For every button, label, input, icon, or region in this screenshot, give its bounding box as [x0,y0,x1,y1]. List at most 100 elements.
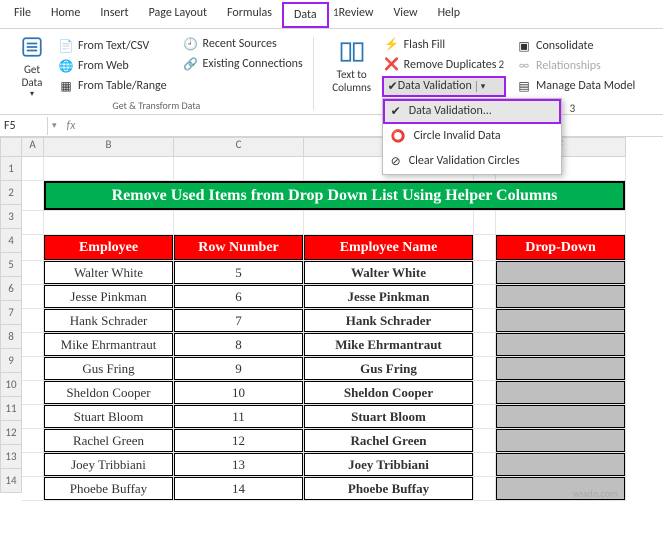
menu-clear-circles[interactable]: ⊘ Clear Validation Circles [383,149,561,174]
fx-icon[interactable]: fx [61,119,82,133]
row-header[interactable]: 6 [0,277,22,301]
cell-dropdown[interactable] [496,429,626,453]
cell[interactable] [22,309,44,333]
recent-sources[interactable]: 🕘Recent Sources [181,35,305,53]
get-data-button[interactable]: Get Data ▾ [8,35,56,97]
row-header[interactable]: 3 [0,205,22,229]
from-table-range[interactable]: ▦From Table/Range [56,77,169,95]
cell-employeename[interactable]: Gus Fring [304,357,474,381]
cell[interactable] [304,211,474,235]
cell[interactable] [22,381,44,405]
row-header[interactable]: 8 [0,325,22,349]
cell-dropdown[interactable] [496,309,626,333]
row-header[interactable]: 4 [0,229,22,253]
data-validation-split-button[interactable]: ✔ Data Validation ▾ [382,76,506,97]
tab-pagelayout[interactable]: Page Layout [139,2,217,28]
cell[interactable] [474,211,496,235]
tab-view[interactable]: View [384,2,428,28]
cell-dropdown[interactable] [496,453,626,477]
cell[interactable] [474,405,496,429]
cell[interactable] [474,381,496,405]
cell[interactable] [22,285,44,309]
cell-dropdown[interactable] [496,381,626,405]
cell[interactable] [22,261,44,285]
cell[interactable] [474,285,496,309]
cell-rownumber[interactable]: 7 [174,309,304,333]
cell[interactable] [22,235,44,261]
cell-employee[interactable]: Gus Fring [44,357,174,381]
manage-data-model[interactable]: ▤Manage Data Model [514,77,637,95]
cell-employee[interactable]: Mike Ehrmantraut [44,333,174,357]
cell[interactable] [474,453,496,477]
flash-fill[interactable]: ⚡Flash Fill [382,36,506,54]
cell-dropdown[interactable] [496,333,626,357]
cell[interactable] [22,453,44,477]
cell[interactable] [474,477,496,501]
header-employee[interactable]: Employee [44,235,174,261]
cell-dropdown[interactable] [496,261,626,285]
row-header[interactable]: 12 [0,421,22,445]
existing-connections[interactable]: 🔗Existing Connections [181,55,305,73]
row-header[interactable]: 13 [0,445,22,469]
cell[interactable] [22,429,44,453]
cell-rownumber[interactable]: 14 [174,477,304,501]
cell-rownumber[interactable]: 6 [174,285,304,309]
chevron-down-icon[interactable]: ▾ [476,81,486,92]
cell[interactable] [44,157,174,181]
header-dropdown[interactable]: Drop-Down [496,235,626,261]
from-web[interactable]: 🌐From Web [56,57,169,75]
col-header-B[interactable]: B [44,137,174,157]
namebox-dropdown-icon[interactable]: ▾ [48,120,61,131]
tab-review[interactable]: Review [329,2,384,28]
cell-rownumber[interactable]: 12 [174,429,304,453]
cell-employee[interactable]: Sheldon Cooper [44,381,174,405]
cell-employeename[interactable]: Sheldon Cooper [304,381,474,405]
cell[interactable] [174,157,304,181]
cell-rownumber[interactable]: 11 [174,405,304,429]
cell[interactable] [496,211,626,235]
cell[interactable] [22,405,44,429]
cell-employeename[interactable]: Jesse Pinkman [304,285,474,309]
cell-employee[interactable]: Stuart Bloom [44,405,174,429]
cell-employeename[interactable]: Phoebe Buffay [304,477,474,501]
cell-employeename[interactable]: Walter White [304,261,474,285]
tab-home[interactable]: Home [41,2,90,28]
row-header[interactable]: 2 [0,181,22,205]
cell[interactable] [474,333,496,357]
consolidate[interactable]: ▣Consolidate [514,37,637,55]
cell[interactable] [22,211,44,235]
cell[interactable] [22,333,44,357]
remove-duplicates[interactable]: ❌Remove Duplicates2 [382,56,506,74]
cells-area[interactable]: wsxdn.com Remove Used Items from Drop Do… [22,157,626,501]
cell-rownumber[interactable]: 5 [174,261,304,285]
cell-employeename[interactable]: Stuart Bloom [304,405,474,429]
cell-employeename[interactable]: Rachel Green [304,429,474,453]
cell-dropdown[interactable] [496,357,626,381]
row-header[interactable]: 10 [0,373,22,397]
cell-rownumber[interactable]: 8 [174,333,304,357]
from-text-csv[interactable]: 📄From Text/CSV [56,37,169,55]
cell[interactable] [22,157,44,181]
col-header-C[interactable]: C [174,137,304,157]
cell-employeename[interactable]: Mike Ehrmantraut [304,333,474,357]
menu-data-validation[interactable]: ✔ Data Validation... [383,99,561,124]
cell-employee[interactable]: Hank Schrader [44,309,174,333]
cell[interactable] [474,235,496,261]
cell[interactable] [44,211,174,235]
cell-dropdown[interactable] [496,405,626,429]
tab-insert[interactable]: Insert [90,2,138,28]
cell-employee[interactable]: Rachel Green [44,429,174,453]
row-header[interactable]: 9 [0,349,22,373]
cell-employee[interactable]: Phoebe Buffay [44,477,174,501]
header-rownumber[interactable]: Row Number [174,235,304,261]
cell-dropdown[interactable] [496,285,626,309]
cell-employee[interactable]: Walter White [44,261,174,285]
tab-data[interactable]: Data 1 [282,2,329,28]
tab-formulas[interactable]: Formulas [217,2,282,28]
cell[interactable] [474,429,496,453]
banner-cell[interactable]: Remove Used Items from Drop Down List Us… [44,181,626,211]
menu-circle-invalid[interactable]: ⭕ Circle Invalid Data [383,124,561,149]
cell[interactable] [22,477,44,501]
cell[interactable] [22,357,44,381]
tab-help[interactable]: Help [428,2,471,28]
